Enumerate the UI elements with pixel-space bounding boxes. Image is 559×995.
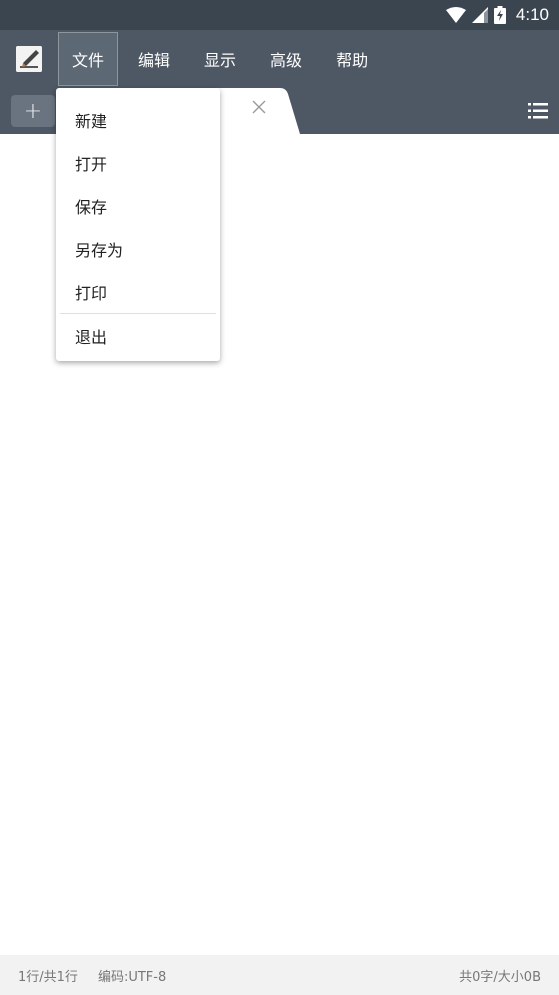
battery-charging-icon [493,6,506,24]
system-status-bar: 4:10 [0,0,559,30]
text-editor-logo-icon [16,46,42,72]
app-window: 4:10 文件 编辑 显示 高级 帮助 + 新建 打开 保存 另存为 打印 退出… [0,0,559,995]
menu-file[interactable]: 文件 [58,32,119,86]
wifi-icon [445,7,466,23]
add-tab-button[interactable]: + [11,95,55,127]
file-menu-dropdown: 新建 打开 保存 另存为 打印 退出 [56,88,220,361]
menu-bar: 文件 编辑 显示 高级 帮助 [0,30,559,88]
line-count: 1行/共1行 [18,969,78,985]
file-menu-open[interactable]: 打开 [56,141,220,184]
editor-status-bar: 1行/共1行 编码:UTF-8 共0字/大小0B [0,955,559,995]
menu-edit[interactable]: 编辑 [124,32,184,86]
menu-advanced[interactable]: 高级 [256,32,316,86]
file-menu-save-as[interactable]: 另存为 [56,227,220,270]
signal-icon [471,7,488,23]
menu-view[interactable]: 显示 [190,32,250,86]
file-menu-new[interactable]: 新建 [56,98,220,141]
close-icon[interactable] [252,100,274,122]
size-info: 共0字/大小0B [459,969,541,985]
file-menu-save[interactable]: 保存 [56,184,220,227]
menu-help[interactable]: 帮助 [322,32,382,86]
encoding-label: 编码:UTF-8 [97,969,167,985]
file-menu-exit[interactable]: 退出 [56,314,220,357]
file-menu-print[interactable]: 打印 [56,270,220,313]
list-icon[interactable] [527,100,549,122]
clock-time: 4:10 [515,5,549,24]
